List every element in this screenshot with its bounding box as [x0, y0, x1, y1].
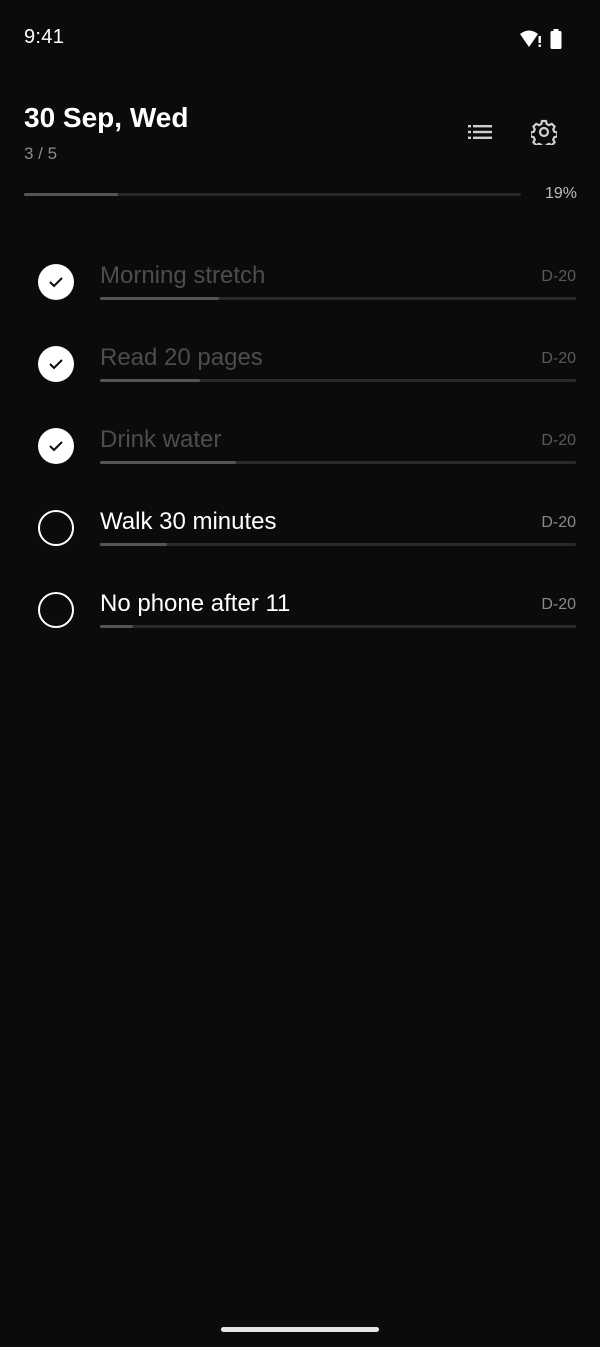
status-time: 9:41 [24, 26, 65, 48]
habit-dday: D-20 [541, 596, 576, 613]
check-icon [49, 277, 63, 288]
habit-checkbox[interactable] [38, 346, 74, 382]
habit-progress-fill [100, 543, 167, 546]
check-icon [49, 359, 63, 370]
habit-checkbox[interactable] [38, 592, 74, 628]
habit-checkbox[interactable] [38, 428, 74, 464]
habit-row: Morning stretch D-20 [0, 240, 600, 322]
overall-progress-bar [24, 193, 521, 196]
done-count: 3 / 5 [24, 144, 58, 163]
habit-dday: D-20 [541, 268, 576, 285]
habit-dday: D-20 [541, 514, 576, 531]
habit-checkbox[interactable] [38, 510, 74, 546]
habit-progress-bar [100, 625, 576, 628]
habit-name[interactable]: Drink water [100, 426, 221, 454]
battery-icon [550, 29, 562, 54]
habit-list: Morning stretch D-20 Read 20 pages D-20 … [0, 240, 600, 650]
habit-progress-fill [100, 461, 236, 464]
settings-button[interactable] [522, 112, 566, 156]
habit-row: No phone after 11 D-20 [0, 568, 600, 650]
habit-name[interactable]: No phone after 11 [100, 590, 290, 618]
habit-dday: D-20 [541, 350, 576, 367]
habit-dday: D-20 [541, 432, 576, 449]
habit-progress-bar [100, 379, 576, 382]
habit-progress-fill [100, 379, 200, 382]
habit-progress-fill [100, 625, 134, 628]
habit-progress-bar [100, 297, 576, 300]
header: 30 Sep, Wed 3 / 5 [24, 100, 576, 170]
home-indicator[interactable] [221, 1327, 379, 1332]
habit-row: Walk 30 minutes D-20 [0, 486, 600, 568]
overall-progress-percent: 19% [544, 185, 577, 202]
overall-progress-fill [24, 193, 119, 196]
habit-name[interactable]: Read 20 pages [100, 344, 263, 372]
gear-icon [529, 119, 559, 150]
check-icon [49, 441, 63, 452]
habit-name[interactable]: Walk 30 minutes [100, 508, 277, 536]
habit-progress-bar [100, 461, 576, 464]
status-bar: 9:41 [0, 0, 600, 78]
wifi-alert-icon [520, 30, 542, 53]
list-icon [468, 123, 492, 146]
habit-checkbox[interactable] [38, 264, 74, 300]
page-title: 30 Sep, Wed [24, 102, 189, 133]
habit-row: Drink water D-20 [0, 404, 600, 486]
list-view-button[interactable] [458, 112, 502, 156]
habit-name[interactable]: Morning stretch [100, 262, 265, 290]
habit-progress-fill [100, 297, 219, 300]
habit-progress-bar [100, 543, 576, 546]
status-icons [520, 29, 562, 54]
habit-row: Read 20 pages D-20 [0, 322, 600, 404]
